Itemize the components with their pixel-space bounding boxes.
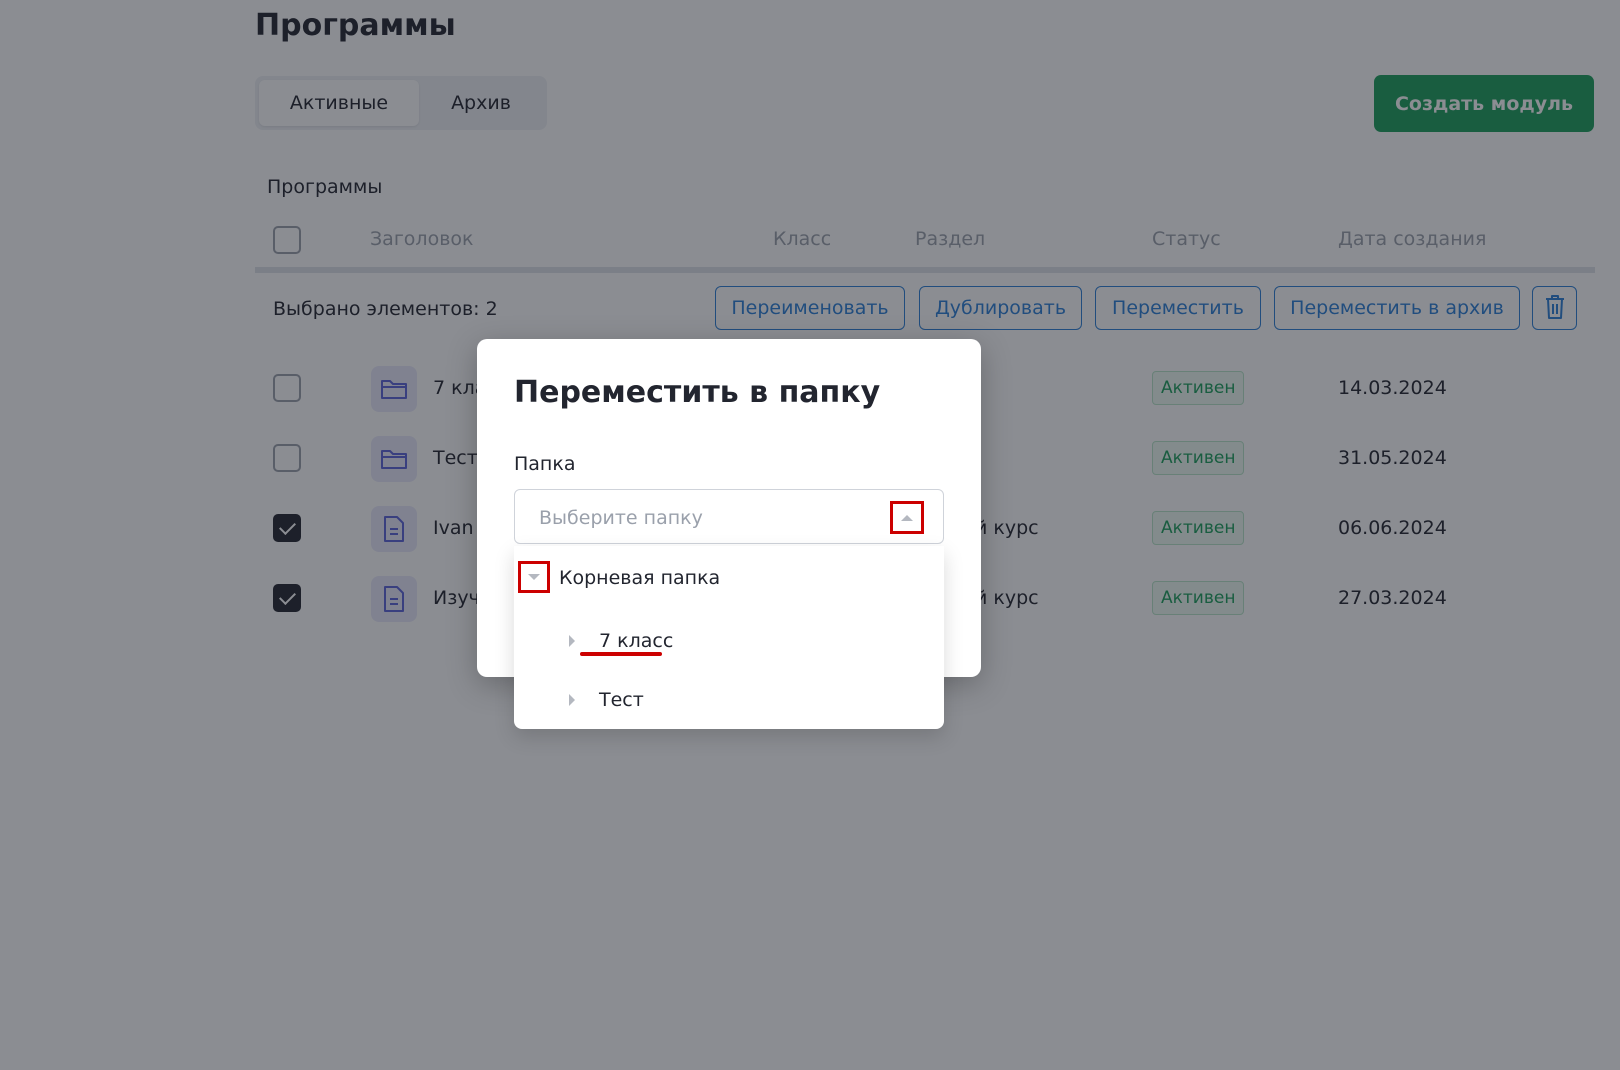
folder-select-placeholder: Выберите папку xyxy=(539,507,703,529)
chevron-up-icon[interactable] xyxy=(890,501,924,534)
highlight-underline xyxy=(580,652,662,656)
chevron-down-icon[interactable] xyxy=(518,561,550,593)
chevron-right-icon[interactable] xyxy=(569,694,575,706)
dialog-title: Переместить в папку xyxy=(514,375,881,410)
folder-select[interactable]: Выберите папку xyxy=(514,489,944,544)
tree-item-test[interactable]: Тест xyxy=(554,675,934,725)
tree-item-label: 7 класс xyxy=(599,630,674,652)
tree-item-7-class[interactable]: 7 класс xyxy=(554,616,934,666)
folder-field-label: Папка xyxy=(514,453,576,475)
tree-item-label: Тест xyxy=(599,689,644,711)
tree-item-root[interactable]: Корневая папка xyxy=(559,567,720,589)
folder-tree-dropdown: Корневая папка 7 класс Тест xyxy=(514,546,944,729)
chevron-right-icon[interactable] xyxy=(569,635,575,647)
